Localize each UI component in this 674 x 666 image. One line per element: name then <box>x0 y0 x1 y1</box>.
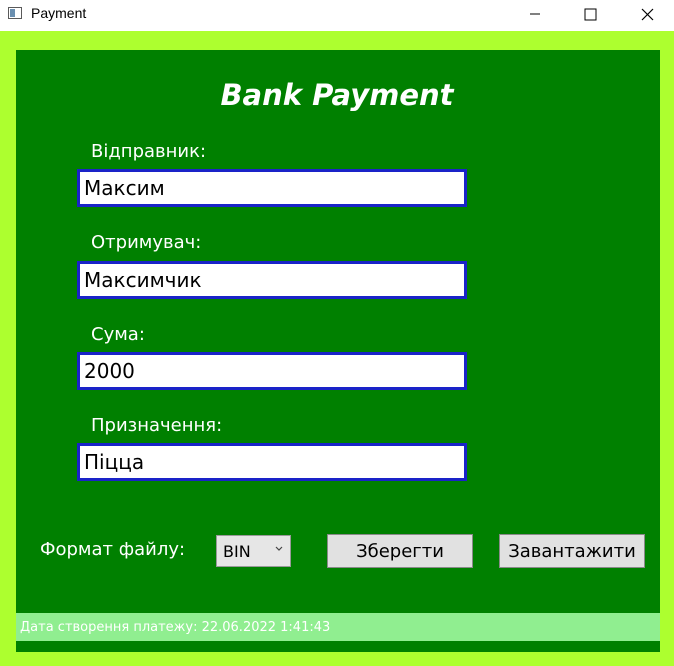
file-format-select[interactable]: BIN <box>216 535 291 567</box>
load-button[interactable]: Завантажити <box>499 534 645 568</box>
amount-label: Сума: <box>91 324 145 345</box>
amount-field[interactable] <box>77 352 467 390</box>
chevron-down-icon <box>275 546 283 551</box>
close-icon <box>641 8 653 20</box>
maximize-icon <box>584 8 596 20</box>
minimize-icon <box>530 13 540 15</box>
app-window-icon <box>8 7 22 19</box>
purpose-field[interactable] <box>77 443 467 481</box>
file-format-value: BIN <box>223 541 251 561</box>
payment-panel: Bank Payment Відправник: Отримувач: Сума… <box>16 50 660 652</box>
close-button[interactable] <box>624 0 670 28</box>
file-format-label: Формат файлу: <box>40 539 186 560</box>
purpose-label: Призначення: <box>91 415 223 436</box>
title-bar: Payment <box>0 0 674 28</box>
sender-field[interactable] <box>77 169 467 207</box>
payment-created-date: Дата створення платежу: 22.06.2022 1:41:… <box>20 619 331 635</box>
maximize-button[interactable] <box>567 0 613 28</box>
recipient-label: Отримувач: <box>91 232 202 253</box>
sender-label: Відправник: <box>91 141 207 162</box>
save-button[interactable]: Зберегти <box>327 534 473 568</box>
window-title: Payment <box>31 5 87 21</box>
status-bar: Дата створення платежу: 22.06.2022 1:41:… <box>16 613 660 641</box>
recipient-field[interactable] <box>77 261 467 299</box>
window-content: Bank Payment Відправник: Отримувач: Сума… <box>0 31 674 666</box>
minimize-button[interactable] <box>512 0 558 28</box>
page-title: Bank Payment <box>220 78 454 112</box>
